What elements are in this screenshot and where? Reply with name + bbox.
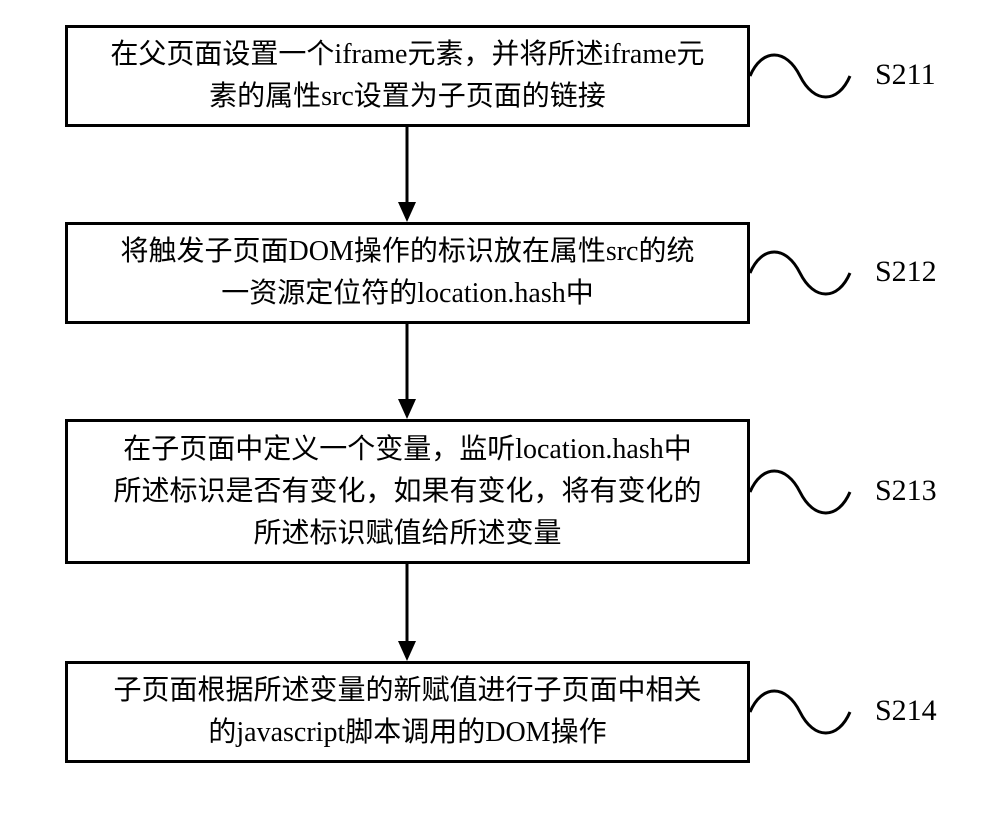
step-label-s212: S212 [875, 255, 937, 289]
step-label-s211: S211 [875, 58, 936, 92]
flow-step-s214: 子页面根据所述变量的新赋值进行子页面中相关 的javascript脚本调用的DO… [65, 661, 750, 763]
step-connector-s214 [750, 678, 870, 748]
flowchart-diagram: 在父页面设置一个iframe元素，并将所述iframe元 素的属性src设置为子… [0, 0, 1000, 821]
flow-step-s212: 将触发子页面DOM操作的标识放在属性src的统 一资源定位符的location.… [65, 222, 750, 324]
step-connector-s211 [750, 42, 870, 112]
flow-step-text: 在子页面中定义一个变量，监听location.hash中 所述标识是否有变化，如… [113, 429, 701, 555]
flow-arrow-2 [396, 324, 426, 419]
step-label-s213: S213 [875, 474, 937, 508]
flow-step-s213: 在子页面中定义一个变量，监听location.hash中 所述标识是否有变化，如… [65, 419, 750, 564]
flow-step-s211: 在父页面设置一个iframe元素，并将所述iframe元 素的属性src设置为子… [65, 25, 750, 127]
step-connector-s213 [750, 458, 870, 528]
flow-step-text: 将触发子页面DOM操作的标识放在属性src的统 一资源定位符的location.… [121, 231, 695, 315]
step-label-s214: S214 [875, 694, 937, 728]
flow-step-text: 子页面根据所述变量的新赋值进行子页面中相关 的javascript脚本调用的DO… [113, 670, 701, 754]
flow-arrow-3 [396, 564, 426, 661]
step-connector-s212 [750, 239, 870, 309]
flow-arrow-1 [396, 127, 426, 222]
flow-step-text: 在父页面设置一个iframe元素，并将所述iframe元 素的属性src设置为子… [110, 34, 704, 118]
